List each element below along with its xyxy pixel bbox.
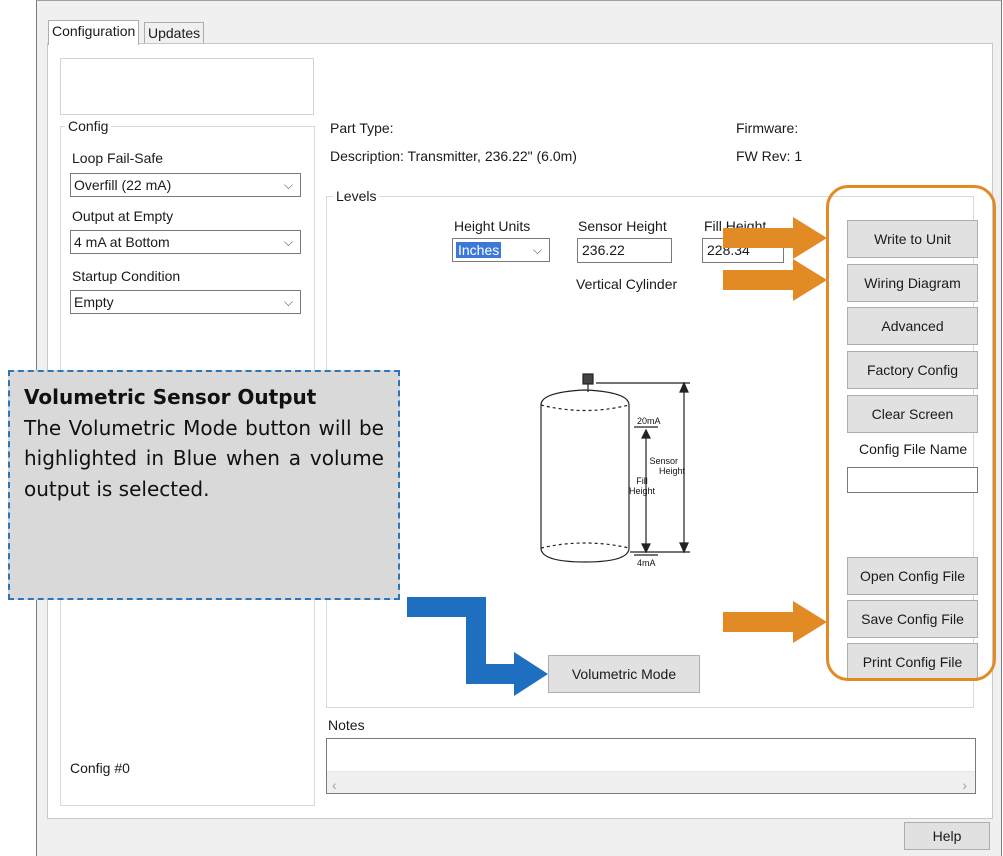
- arrow-right-icon: [407, 597, 548, 696]
- arrow-right-icon: [723, 601, 827, 643]
- callout-title: Volumetric Sensor Output: [24, 385, 317, 409]
- arrow-right-icon: [723, 259, 827, 301]
- volumetric-callout: Volumetric Sensor Output The Volumetric …: [8, 370, 400, 600]
- arrow-right-icon: [723, 217, 827, 259]
- callout-body: The Volumetric Mode button will be highl…: [24, 415, 384, 501]
- tab-configuration[interactable]: Configuration: [48, 20, 140, 45]
